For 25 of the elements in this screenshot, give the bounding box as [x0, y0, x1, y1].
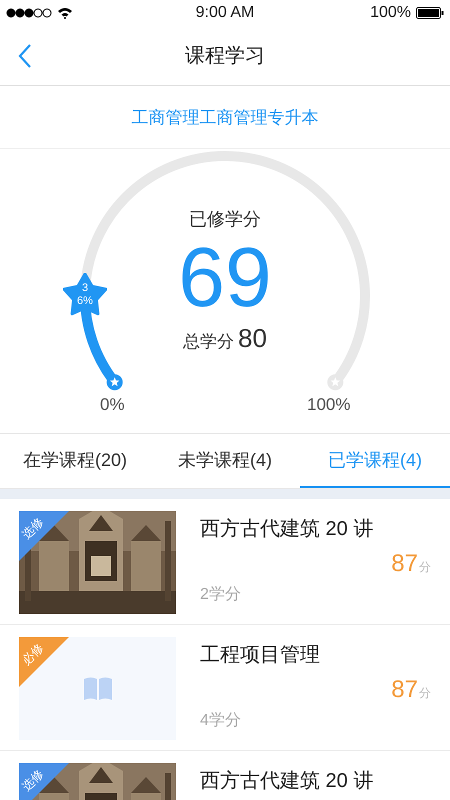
earned-credits: 69 [178, 231, 272, 323]
credits-caption: 已修学分 [189, 208, 261, 231]
course-title: 西方古代建筑 20 讲 [200, 769, 374, 794]
course-item[interactable]: 选修 西方古代建筑 20 讲 87分 2学分 [0, 499, 450, 625]
course-tab[interactable]: 未学课程(4) [150, 434, 300, 488]
course-item[interactable]: 必修 工程项目管理 87分 4学分 [0, 625, 450, 751]
course-title: 西方古代建筑 20 讲 [200, 517, 374, 542]
progress-percent: 36% [76, 282, 94, 308]
status-time: 9:00 AM [196, 4, 254, 22]
course-item[interactable]: 选修 西方古代建筑 20 讲 [0, 751, 450, 800]
course-credits: 4学分 [200, 711, 242, 731]
course-score: 87 [391, 676, 418, 704]
score-unit: 分 [419, 685, 431, 702]
course-credits: 2学分 [200, 585, 242, 605]
max-label: 100% [307, 395, 350, 415]
major-name: 工商管理工商管理专升本 [132, 106, 318, 128]
score-unit: 分 [419, 559, 431, 576]
course-score: 87 [391, 550, 418, 578]
course-tab[interactable]: 在学课程(20) [0, 434, 150, 488]
total-label: 总学分 [183, 331, 234, 353]
min-label: 0% [100, 395, 125, 415]
page-title: 课程学习 [185, 44, 265, 68]
battery-percent: 100% [370, 4, 411, 22]
total-credits: 80 [238, 323, 267, 354]
course-title: 工程项目管理 [200, 643, 321, 668]
